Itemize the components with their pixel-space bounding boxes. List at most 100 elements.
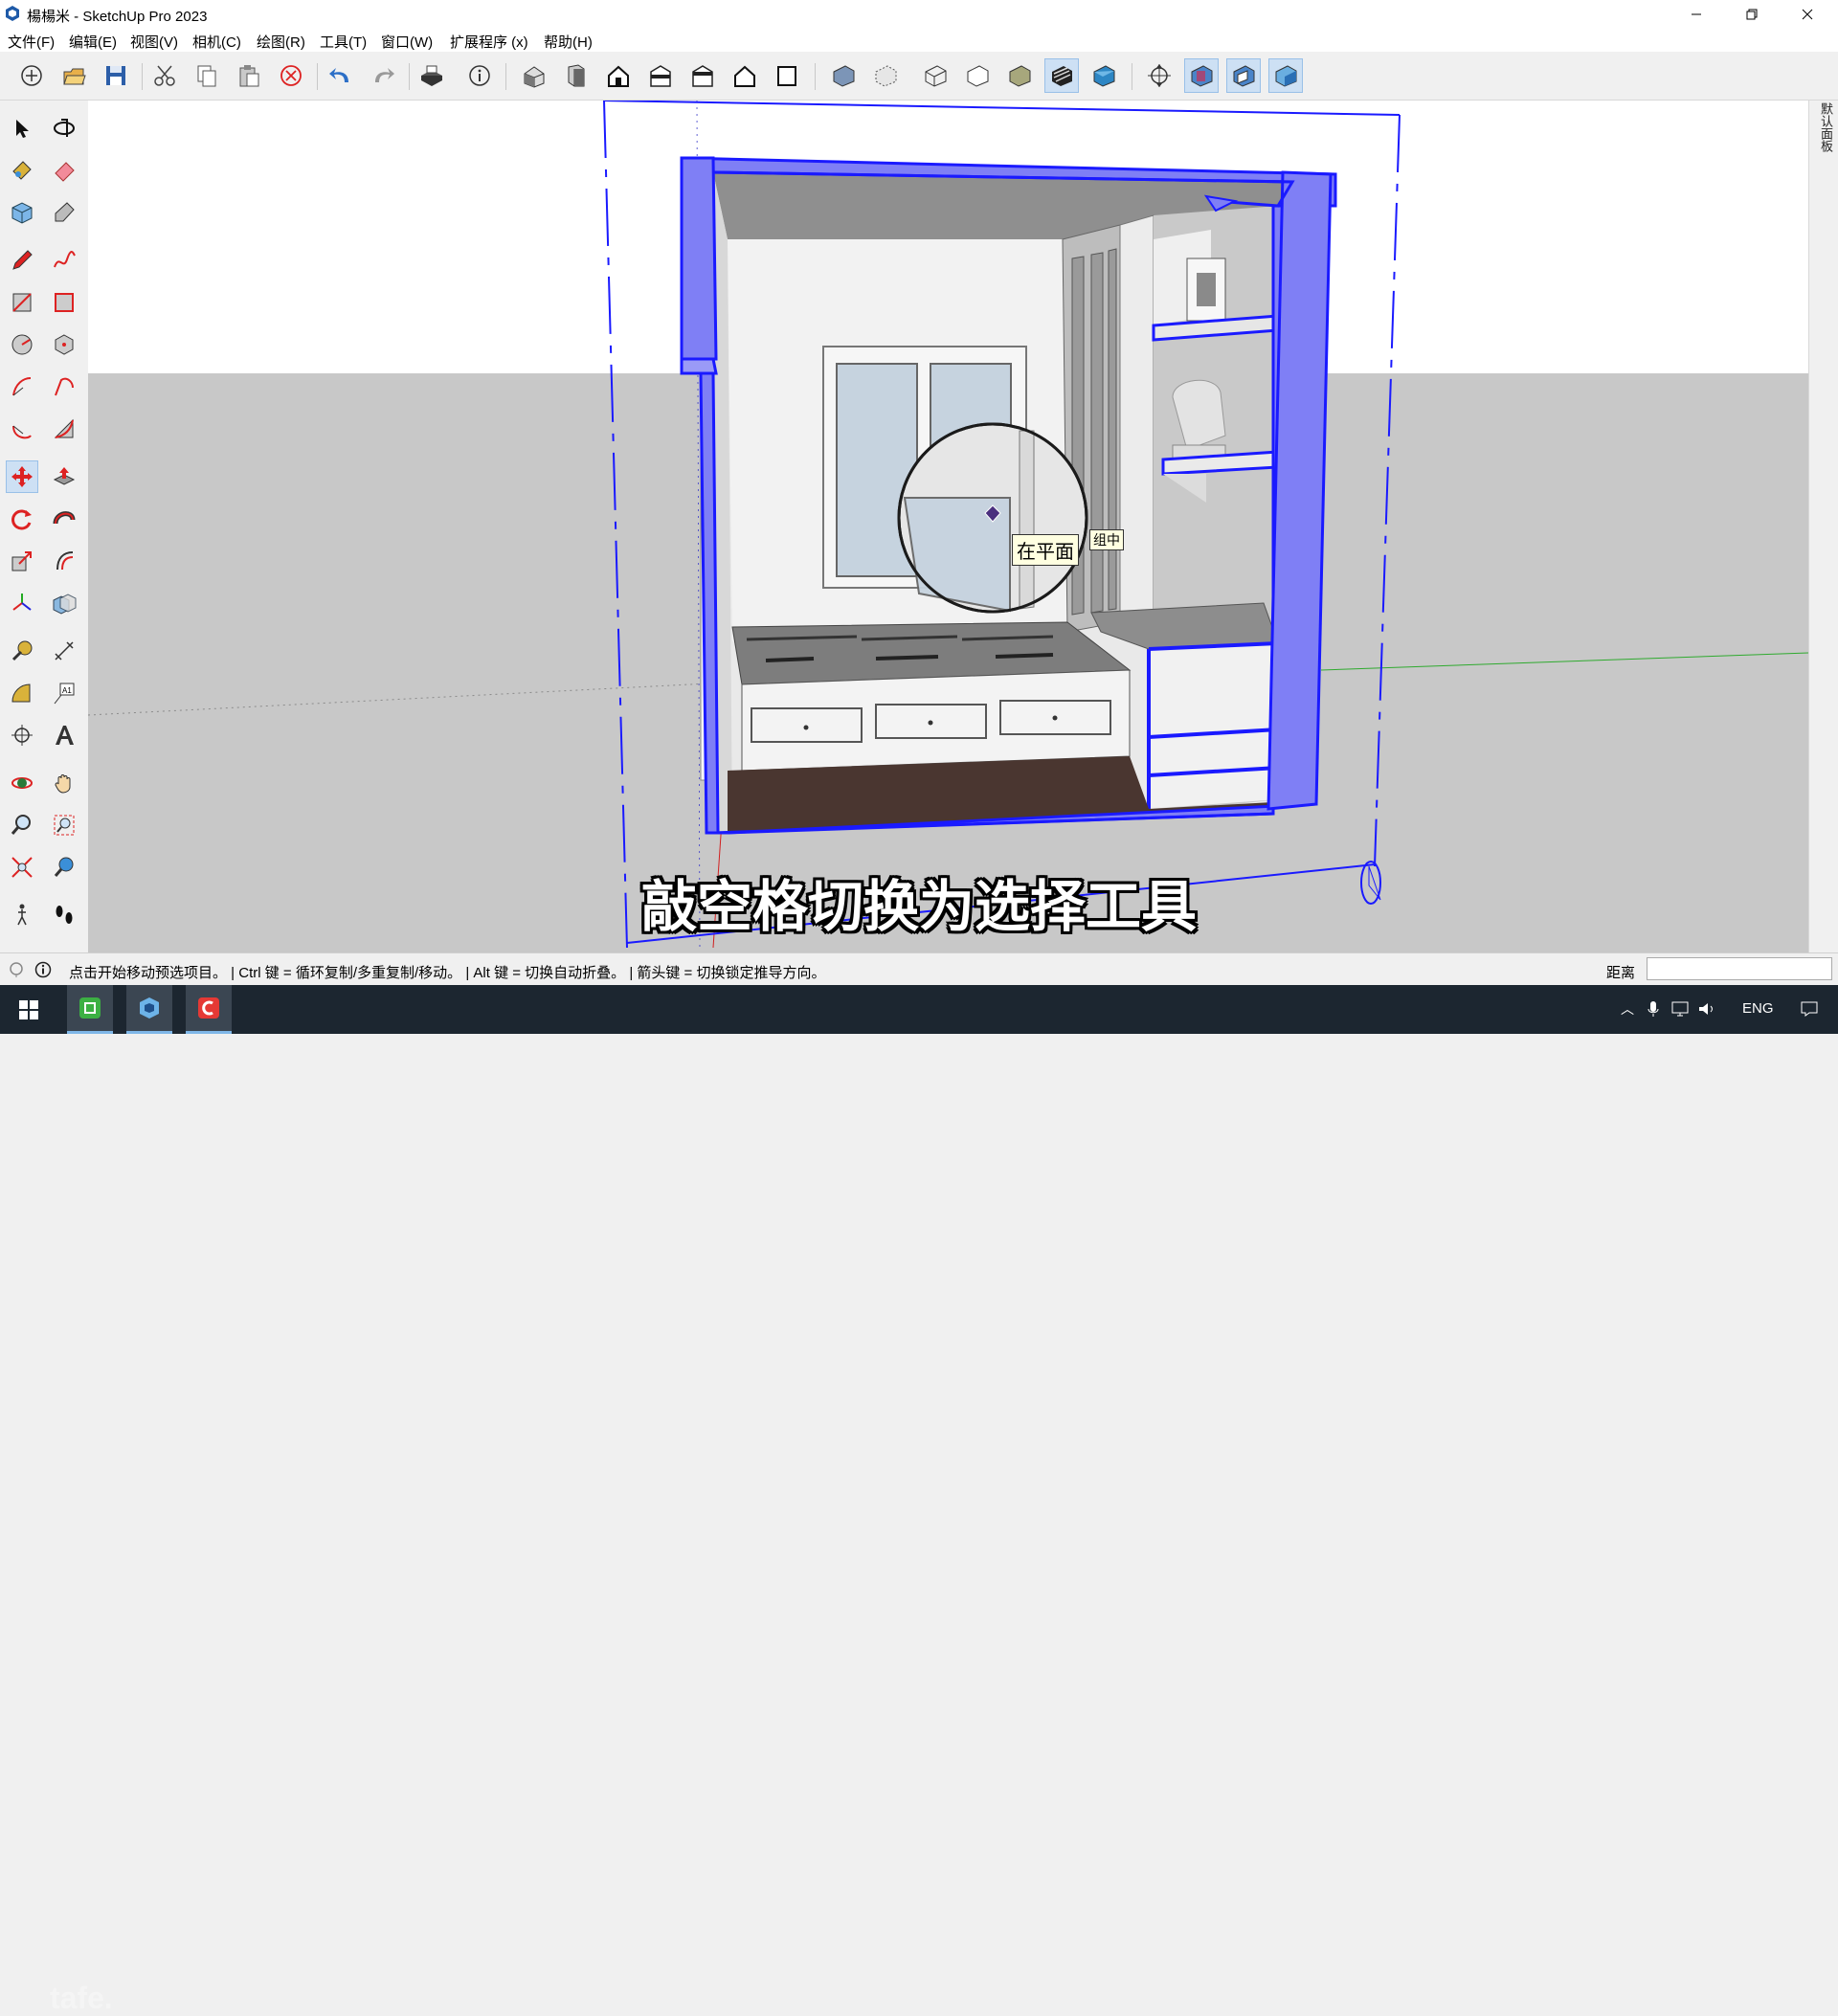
menu-view[interactable]: 视图(V) (130, 32, 178, 52)
pan-tool[interactable] (48, 767, 80, 799)
rotate-tool[interactable] (6, 503, 38, 535)
bottom-view-icon[interactable] (770, 58, 804, 93)
menu-extensions[interactable]: 扩展程序 (x) (450, 32, 528, 52)
zoom-tool[interactable] (6, 809, 38, 841)
monochrome-icon[interactable] (1087, 58, 1121, 93)
new-icon[interactable] (14, 58, 49, 93)
taskbar-app-green[interactable] (67, 985, 113, 1034)
desk-cabinet (1149, 643, 1278, 809)
model-info-icon[interactable] (462, 58, 497, 93)
3d-text-tool[interactable] (48, 719, 80, 751)
restore-button[interactable] (1724, 0, 1780, 29)
menu-edit[interactable]: 编辑(E) (69, 32, 117, 52)
dimension-tool[interactable] (48, 635, 80, 667)
undo-icon[interactable] (324, 58, 358, 93)
top-view-icon[interactable] (559, 58, 594, 93)
close-button[interactable] (1780, 0, 1835, 29)
component-tool[interactable] (6, 196, 38, 229)
display-section-planes-icon[interactable] (1184, 58, 1219, 93)
xray-icon[interactable] (826, 58, 861, 93)
select-tool[interactable] (6, 112, 38, 145)
back-edges-icon[interactable] (868, 58, 903, 93)
copy-icon[interactable] (190, 58, 224, 93)
default-tray[interactable]: 默认面板 (1808, 101, 1838, 952)
axes-tool[interactable] (6, 587, 38, 619)
wardrobe-panel (1119, 214, 1154, 623)
shaded-textures-icon[interactable] (1044, 58, 1079, 93)
offset-tool[interactable] (48, 545, 80, 577)
model-viewport[interactable] (88, 101, 1808, 952)
section-plane-icon[interactable] (1142, 58, 1177, 93)
shaded-icon[interactable] (1002, 58, 1037, 93)
scale-tool[interactable] (6, 545, 38, 577)
display-section-fill-icon[interactable] (1268, 58, 1303, 93)
menu-draw[interactable]: 绘图(R) (257, 32, 305, 52)
freehand-tool[interactable] (48, 244, 80, 277)
front-view-icon[interactable] (601, 58, 636, 93)
default-tray-label[interactable]: 默认面板 (1817, 102, 1835, 152)
iso-view-icon[interactable] (517, 58, 551, 93)
pie-tool[interactable] (48, 413, 80, 445)
move-tool[interactable] (6, 460, 38, 493)
wireframe-icon[interactable] (918, 58, 953, 93)
paint-tool[interactable] (6, 154, 38, 187)
start-button[interactable] (6, 985, 52, 1034)
pencil-tool[interactable] (6, 244, 38, 277)
rectangle-tool[interactable] (6, 286, 38, 319)
paste-icon[interactable] (232, 58, 266, 93)
menu-window[interactable]: 窗口(W) (381, 32, 433, 52)
volume-icon[interactable] (1697, 999, 1716, 1019)
back-view-icon[interactable] (685, 58, 720, 93)
language-indicator[interactable]: ENG (1742, 1000, 1774, 1017)
arc-tool[interactable] (6, 370, 38, 403)
push-pull-tool[interactable] (48, 460, 80, 493)
walk-tool[interactable] (6, 899, 38, 931)
erase-icon[interactable] (274, 58, 308, 93)
polygon-tool[interactable] (48, 328, 80, 361)
measurements-input[interactable] (1647, 957, 1832, 980)
taskbar-app-sketchup[interactable] (126, 985, 172, 1034)
taskbar-app-recorder[interactable] (186, 985, 232, 1034)
tape-measure-tool[interactable] (6, 635, 38, 667)
three-point-arc-tool[interactable] (6, 413, 38, 445)
orbit-view-tool[interactable] (6, 767, 38, 799)
microphone-icon[interactable] (1644, 999, 1663, 1019)
menu-help[interactable]: 帮助(H) (544, 32, 593, 52)
zoom-extents-tool[interactable] (6, 851, 38, 884)
text-tool[interactable]: A1 (48, 677, 80, 709)
zoom-window-tool[interactable] (48, 809, 80, 841)
save-icon[interactable] (99, 58, 133, 93)
position-camera-tool[interactable] (6, 719, 38, 751)
redo-icon[interactable] (366, 58, 400, 93)
footprints-tool[interactable] (48, 899, 80, 931)
left-wall-cut (680, 156, 718, 361)
magnified-frame (1019, 430, 1035, 610)
geo-location-icon[interactable] (8, 961, 25, 978)
tag-tool[interactable] (48, 196, 80, 229)
menu-camera[interactable]: 相机(C) (192, 32, 241, 52)
follow-me-tool[interactable] (48, 503, 80, 535)
minimize-button[interactable] (1669, 0, 1724, 29)
solid-tools[interactable] (48, 587, 80, 619)
print-icon[interactable] (415, 58, 449, 93)
network-icon[interactable] (1670, 999, 1690, 1019)
menu-tools[interactable]: 工具(T) (320, 32, 367, 52)
open-icon[interactable] (56, 58, 91, 93)
instructor-info-icon[interactable] (34, 961, 52, 978)
right-view-icon[interactable] (643, 58, 678, 93)
notification-icon[interactable] (1800, 999, 1819, 1019)
cut-icon[interactable] (147, 58, 182, 93)
rotated-rectangle-tool[interactable] (48, 286, 80, 319)
hidden-line-icon[interactable] (960, 58, 995, 93)
orbit-tool[interactable] (48, 112, 80, 145)
left-view-icon[interactable] (728, 58, 762, 93)
two-point-arc-tool[interactable] (48, 370, 80, 403)
eraser-tool[interactable] (48, 154, 80, 187)
display-section-cuts-icon[interactable] (1226, 58, 1261, 93)
sketchup-app-icon (140, 997, 159, 1019)
previous-view-tool[interactable] (48, 851, 80, 884)
protractor-tool[interactable] (6, 677, 38, 709)
chevron-up-icon[interactable]: ︿ (1618, 999, 1637, 1019)
circle-tool[interactable] (6, 328, 38, 361)
menu-file[interactable]: 文件(F) (8, 32, 55, 52)
